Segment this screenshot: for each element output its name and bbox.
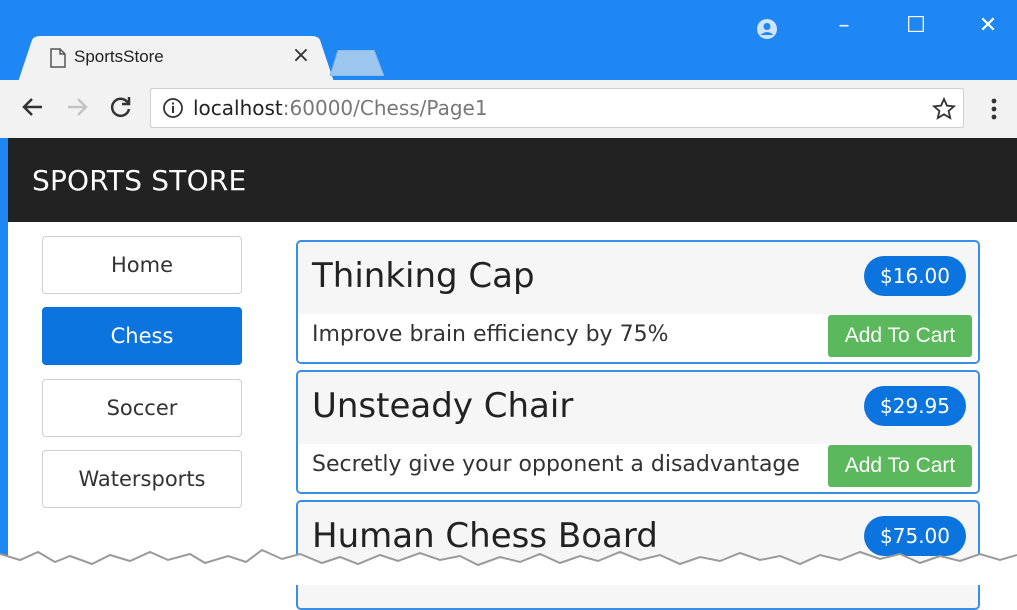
star-icon[interactable]	[932, 97, 956, 121]
product-description: Improve brain efficiency by 75%	[312, 322, 669, 347]
url-text: localhost:60000/Chess/Page1	[193, 96, 488, 120]
store-brand[interactable]: SPORTS STORE	[32, 164, 246, 197]
new-tab-button[interactable]	[330, 50, 384, 76]
category-home-button[interactable]: Home	[42, 236, 242, 294]
add-to-cart-button[interactable]: Add To Cart	[828, 445, 972, 487]
tab-title: SportsStore	[74, 47, 164, 66]
product-body: Improve brain efficiency by 75% Add To C…	[298, 314, 978, 362]
product-card: Unsteady Chair $29.95 Secretly give your…	[296, 370, 980, 494]
minimize-button[interactable]: –	[824, 10, 864, 42]
product-name: Unsteady Chair	[312, 386, 574, 426]
product-body: Secretly give your opponent a disadvanta…	[298, 444, 978, 492]
kebab-menu-icon[interactable]	[990, 97, 998, 121]
price-badge: $29.95	[864, 386, 966, 426]
tab-close-button[interactable]: ×	[290, 43, 312, 69]
category-watersports-button[interactable]: Watersports	[42, 450, 242, 508]
product-card: Thinking Cap $16.00 Improve brain effici…	[296, 240, 980, 364]
info-icon[interactable]	[162, 97, 184, 119]
back-arrow-icon[interactable]	[20, 94, 46, 120]
close-window-button[interactable]: ✕	[968, 10, 1008, 42]
url-host: localhost	[193, 96, 283, 120]
reload-icon[interactable]	[108, 94, 134, 120]
category-chess-button[interactable]: Chess	[42, 307, 242, 365]
torn-edge-decoration	[0, 548, 1017, 585]
forward-arrow-icon[interactable]	[64, 94, 90, 120]
window-border	[0, 138, 8, 585]
product-name: Thinking Cap	[312, 256, 535, 296]
url-path: :60000/Chess/Page1	[282, 96, 488, 120]
maximize-button[interactable]: ☐	[896, 10, 936, 42]
product-description: Secretly give your opponent a disadvanta…	[312, 452, 800, 477]
add-to-cart-button[interactable]: Add To Cart	[828, 315, 972, 357]
account-icon[interactable]	[756, 18, 778, 40]
document-icon	[50, 48, 66, 68]
category-soccer-button[interactable]: Soccer	[42, 379, 242, 437]
price-badge: $16.00	[864, 256, 966, 296]
